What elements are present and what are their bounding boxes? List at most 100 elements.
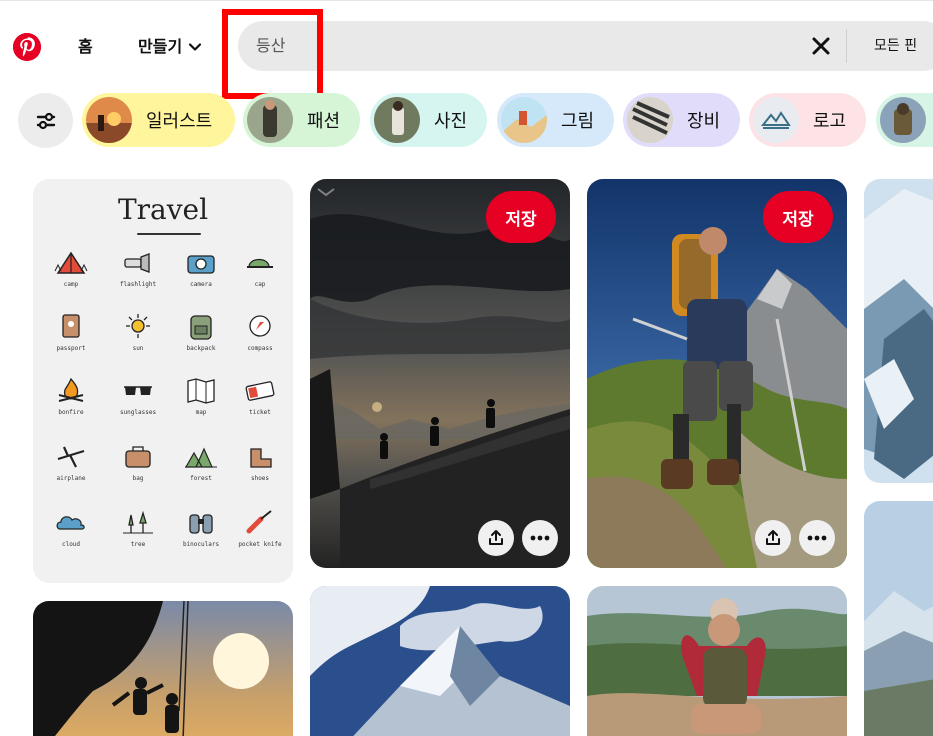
pin-image — [310, 586, 570, 736]
filter-sliders-icon — [36, 112, 55, 129]
ticket-icon — [245, 381, 275, 401]
binoculars-icon — [189, 514, 213, 534]
chip-label: 패션 — [307, 111, 341, 132]
doodle-label: map — [195, 409, 207, 416]
sun-icon — [126, 314, 150, 338]
doodle-item: airplane — [46, 441, 96, 482]
search-scope-dropdown[interactable]: 모든 핀 — [874, 21, 917, 71]
chip-label: 로고 — [813, 111, 847, 132]
cloud-icon — [56, 516, 85, 530]
share-button[interactable] — [478, 520, 514, 556]
shoes-icon — [250, 448, 272, 468]
chip-fashion[interactable]: 패션 — [243, 93, 360, 147]
doodle-label: forest — [190, 475, 212, 482]
compass-icon — [249, 315, 271, 337]
more-dots-icon — [530, 535, 550, 541]
flashlight-icon — [124, 253, 150, 273]
doodle-item: binoculars — [176, 507, 226, 548]
pin-rock-climbers[interactable] — [33, 601, 293, 736]
pin-travel-doodles[interactable]: Travel camp flashlight camera cap passport su… — [33, 179, 293, 583]
backpack-icon — [190, 315, 212, 340]
chip-thumbnail — [86, 97, 132, 143]
travel-underline — [137, 233, 201, 235]
clear-search-icon[interactable] — [809, 34, 833, 58]
chip-photo[interactable]: 사진 — [370, 93, 487, 147]
doodle-item: shoes — [235, 441, 285, 482]
doodle-label: airplane — [56, 475, 86, 482]
pin-alpine-valley[interactable] — [864, 501, 933, 736]
doodle-item: tree — [113, 507, 163, 548]
share-icon — [489, 530, 503, 545]
nav-create-label: 만들기 — [138, 37, 183, 56]
search-input[interactable] — [256, 21, 756, 71]
more-options-button[interactable] — [799, 520, 835, 556]
doodle-item: passport — [46, 311, 96, 352]
chip-thumbnail — [501, 97, 547, 143]
nav-home-link[interactable]: 홈 — [66, 27, 105, 67]
pin-image — [864, 179, 933, 483]
doodle-label: tree — [130, 541, 146, 548]
pin-hikers-dusk[interactable]: 저장 — [310, 179, 570, 568]
doodle-item: pocket knife — [235, 507, 285, 548]
pin-image — [33, 601, 293, 736]
doodle-label: flashlight — [119, 281, 157, 288]
doodle-item: flashlight — [113, 247, 163, 288]
doodle-item: map — [176, 375, 226, 416]
sunglasses-icon — [124, 386, 152, 395]
filter-button[interactable] — [18, 93, 73, 148]
pin-hiker-portrait[interactable] — [587, 586, 847, 736]
nav-create-menu[interactable]: 만들기 — [126, 27, 214, 67]
doodle-label: compass — [247, 345, 273, 352]
search-bar: 모든 핀 — [238, 21, 933, 71]
doodle-label: bonfire — [58, 409, 84, 416]
bag-icon — [125, 446, 151, 468]
search-divider — [846, 29, 847, 63]
top-nav-bar: 홈 만들기 모든 핀 — [0, 0, 933, 99]
doodle-item: camp — [46, 247, 96, 288]
chip-gear[interactable]: 장비 — [623, 93, 740, 147]
chip-label: 사진 — [434, 111, 468, 132]
doodle-label: passport — [56, 345, 86, 352]
cap-icon — [247, 258, 273, 268]
chip-partial[interactable] — [876, 93, 933, 147]
doodle-label: cloud — [61, 541, 81, 548]
doodle-label: binoculars — [182, 541, 220, 548]
share-button[interactable] — [755, 520, 791, 556]
more-dots-icon — [807, 535, 827, 541]
doodle-label: ticket — [249, 409, 271, 416]
pin-hiker-trail[interactable]: 저장 — [587, 179, 847, 568]
doodle-item: compass — [235, 311, 285, 352]
save-button[interactable]: 저장 — [486, 191, 556, 243]
doodle-item: sunglasses — [113, 375, 163, 416]
pin-image — [864, 501, 933, 736]
camera-icon — [187, 255, 215, 274]
chip-logo[interactable]: 로고 — [749, 93, 866, 147]
doodle-item: ticket — [235, 375, 285, 416]
doodle-item: cap — [235, 247, 285, 288]
chip-thumbnail — [880, 97, 926, 143]
doodle-label: camp — [63, 281, 79, 288]
airplane-icon — [57, 446, 85, 468]
save-button[interactable]: 저장 — [763, 191, 833, 243]
doodle-item: camera — [176, 247, 226, 288]
doodle-item: sun — [113, 311, 163, 352]
pin-image — [587, 586, 847, 736]
map-icon — [187, 378, 215, 404]
more-options-button[interactable] — [522, 520, 558, 556]
doodle-label: pocket knife — [238, 541, 282, 548]
bonfire-icon — [58, 377, 84, 402]
doodle-item: backpack — [176, 311, 226, 352]
chip-drawing[interactable]: 그림 — [497, 93, 614, 147]
chip-thumbnail — [753, 97, 799, 143]
chip-thumbnail — [627, 97, 673, 143]
chip-thumbnail — [374, 97, 420, 143]
doodle-label: sunglasses — [119, 409, 157, 416]
chip-label: 그림 — [561, 111, 595, 132]
pin-mountain-clouds[interactable] — [310, 586, 570, 736]
chip-thumbnail — [247, 97, 293, 143]
pin-snowy-peak[interactable] — [864, 179, 933, 483]
pinterest-logo-icon[interactable] — [13, 33, 41, 61]
doodle-item: bonfire — [46, 375, 96, 416]
pocket-knife-icon — [246, 510, 272, 534]
chip-illustration[interactable]: 일러스트 — [82, 93, 235, 147]
